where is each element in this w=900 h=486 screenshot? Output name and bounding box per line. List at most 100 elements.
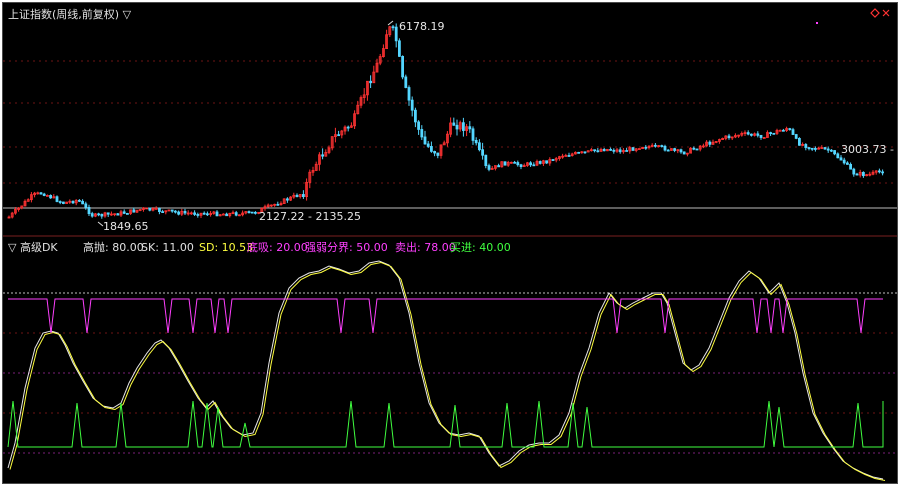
low-label: 1849.65 [103,220,149,233]
candle-body [596,150,600,153]
candle-body [49,194,52,199]
candle-body [295,194,299,197]
candle-body [276,203,280,206]
candle-body [727,135,731,139]
candle-body [234,212,238,216]
candle-body [839,157,843,161]
candle-body [577,151,580,154]
candle-body [750,133,753,136]
candle-body [695,148,699,151]
candle-body [42,193,46,196]
candle-body [830,149,833,152]
candle-body [855,173,859,176]
candle-body [71,200,75,204]
range-label: 2127.22 - 2135.25 [259,210,361,223]
candle-body [100,213,104,217]
candle-body [58,201,62,203]
candle-body [654,144,657,147]
candle-body [612,149,616,152]
candle-body [433,151,437,154]
candle-body [583,151,587,154]
candle-body [173,210,177,213]
candle-body [814,148,817,150]
candle-body [852,168,856,175]
candle-body [157,207,161,212]
candle-body [148,207,152,211]
chart-canvas[interactable]: 6178.19 1849.65 2127.22 - 2135.25 3003.7… [3,3,897,483]
chart-title[interactable]: 上证指数(周线,前复权) ▽ [8,7,132,21]
candle-body [247,211,251,213]
candle-body [631,147,635,151]
candle-body [778,129,782,132]
candle-body [878,170,881,173]
candle-body [301,194,305,198]
candle-body [791,129,795,135]
candle-body [62,201,65,204]
candle-body [391,26,395,29]
candle-body [679,149,683,153]
candle-body [170,209,174,212]
candle-body [798,138,801,146]
candle-body [205,213,209,216]
candle-body [423,136,427,145]
indicator-name[interactable]: ▽ 高级DK [8,240,58,254]
candle-body [97,213,100,216]
candle-body [769,132,772,134]
candle-body [122,211,126,214]
candle-body [183,210,187,214]
buy-signal-line [7,400,884,448]
candle-body [762,137,766,139]
candle-body [436,152,440,156]
candle-body [461,122,465,131]
candle-body [116,213,120,216]
candle-body [55,196,59,202]
close-icon[interactable] [882,9,890,17]
candle-body [397,40,401,57]
candle-body [644,146,648,149]
indicator-param: 强弱分界: 50.00 [305,241,388,254]
candle-body [481,149,485,156]
candle-body [836,153,840,159]
candle-body [826,148,830,151]
candle-body [833,150,836,155]
candle-body [593,149,596,152]
candle-body [497,165,501,168]
diamond-icon[interactable] [870,8,880,18]
candle-body [782,129,785,132]
candle-body [788,128,792,131]
indicator-param: 买进: 40.00 [450,241,511,254]
candle-body [849,163,852,170]
indicator-series [7,260,886,481]
candle-body [842,159,846,164]
indicator-legend[interactable]: ▽ 高级DK 高抛: 80.00SK: 11.00 SD: 10.53底吸: 20… [8,240,511,254]
candle-body [404,76,408,88]
indicator-param: 底吸: 20.00 [247,240,308,254]
candle-body [452,122,456,126]
candle-body [420,129,424,138]
candle-body [39,192,43,195]
candle-body [538,161,542,164]
candle-body [823,147,827,150]
candle-body [519,164,523,167]
candle-body [132,209,136,213]
candle-body [202,212,206,215]
candle-body [126,213,129,215]
sell-signal-line [8,298,883,334]
candle-body [759,134,763,138]
candle-body [810,147,814,150]
candle-body [516,162,520,166]
indicator-param: SD: 10.53 [199,241,253,254]
candle-body [81,200,84,205]
candle-body [756,133,760,136]
candle-body [602,149,606,152]
candle-body [429,146,433,152]
candle-body [177,211,181,215]
candle-body [529,162,532,166]
candle-body [84,203,88,208]
candle-body [567,155,571,157]
candle-body [346,126,350,129]
candle-body [417,121,421,130]
candle-body [708,141,712,145]
candle-body [193,212,197,215]
candle-body [407,87,411,101]
